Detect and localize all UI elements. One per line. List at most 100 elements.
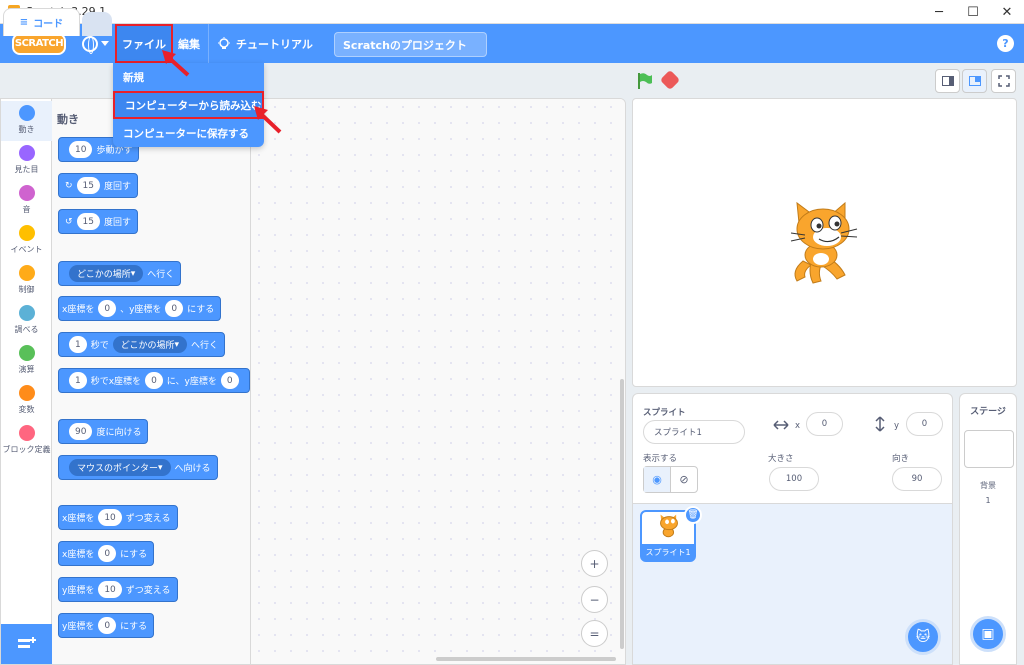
category-my-blocks[interactable]: ブロック定義 — [1, 421, 52, 469]
small-stage-button[interactable] — [935, 69, 960, 93]
menu-item-load-from-computer[interactable]: コンピューターから読み込む — [113, 91, 264, 119]
language-menu[interactable] — [82, 35, 110, 54]
y-position-input[interactable]: 0 — [906, 412, 943, 436]
direction-input[interactable]: 90 — [892, 467, 942, 491]
block-glide-xy[interactable]: 1 秒でx座標を 0 に、y座標を 0 — [58, 368, 250, 393]
category-events[interactable]: イベント — [1, 221, 52, 261]
add-extension-button[interactable] — [1, 624, 52, 664]
zoom-reset-button[interactable]: = — [581, 620, 608, 647]
normal-stage-button[interactable] — [962, 69, 987, 93]
block-dropdown[interactable]: どこかの場所 ▾ — [112, 336, 188, 353]
category-dot — [18, 385, 35, 401]
category-sound[interactable]: 音 — [1, 181, 52, 221]
category-motion[interactable]: 動き — [1, 101, 52, 141]
category-variables[interactable]: 変数 — [1, 381, 52, 421]
block-goto-xy[interactable]: x座標を 0 、y座標を 0 にする — [58, 296, 222, 321]
cat-add-icon: 🐱 — [915, 629, 931, 645]
delete-sprite-trash-icon[interactable]: 🗑 — [684, 506, 702, 524]
sprite-label: スプライト — [643, 408, 686, 418]
project-title-input[interactable]: Scratchのプロジェクト — [334, 32, 487, 57]
category-control[interactable]: 制御 — [1, 261, 52, 301]
size-input[interactable]: 100 — [769, 467, 819, 491]
block-input[interactable]: 15 — [76, 177, 100, 194]
green-flag-icon[interactable] — [636, 72, 654, 90]
category-label: 制御 — [18, 285, 35, 294]
block-input[interactable]: 0 — [98, 617, 117, 634]
scratch-cat-sprite[interactable] — [783, 201, 863, 287]
block-input[interactable]: 10 — [98, 581, 122, 598]
canvas-horizontal-scrollbar[interactable] — [436, 657, 616, 661]
zoom-in-icon: + — [589, 556, 600, 571]
help-icon[interactable]: ? — [997, 35, 1014, 52]
block-input[interactable]: 15 — [76, 213, 100, 230]
block-turn-right[interactable]: ↻ 15 度回す — [58, 173, 139, 198]
tutorials-menu[interactable]: チュートリアル — [209, 24, 321, 63]
block-text: 度に向ける — [96, 428, 142, 438]
zoom-out-icon: − — [589, 592, 600, 607]
block-dropdown[interactable]: マウスのポインター ▾ — [69, 459, 171, 476]
zoom-out-button[interactable]: − — [581, 586, 608, 613]
block-text: 度回す — [104, 182, 132, 192]
block-set-x[interactable]: x座標を 0 にする — [58, 541, 155, 566]
block-goto[interactable]: どこかの場所 ▾ へ行く — [58, 261, 182, 286]
block-glide[interactable]: 1 秒で どこかの場所 ▾ へ行く — [58, 332, 226, 357]
category-dot — [18, 225, 35, 241]
block-input[interactable]: 1 — [69, 336, 87, 353]
block-dropdown[interactable]: どこかの場所 ▾ — [69, 265, 144, 282]
extension-icon — [17, 637, 36, 648]
sprite-thumbnail[interactable]: スプライト1 🗑 — [640, 506, 702, 562]
show-sprite-eye-icon[interactable]: ◉ — [644, 467, 671, 492]
category-dot — [18, 145, 35, 161]
block-text: に、y座標を — [166, 377, 217, 387]
tab-code[interactable]: ≡ コード — [3, 8, 80, 36]
block-turn-left[interactable]: ↺ 15 度回す — [58, 209, 139, 234]
block-point-direction[interactable]: 90 度に向ける — [58, 419, 149, 444]
choose-sprite-button[interactable]: 🐱 — [905, 619, 941, 655]
category-menu: 動き 見た目 音 イベント 制御 調べる 演算 変数 ブロック定義 — [1, 99, 52, 664]
stage-canvas[interactable] — [632, 98, 1017, 387]
zoom-in-button[interactable]: + — [581, 550, 608, 577]
sprite-name-input[interactable]: スプライト1 — [643, 420, 745, 444]
fullscreen-button[interactable] — [991, 69, 1016, 93]
maximize-button[interactable]: ☐ — [956, 0, 990, 24]
window-titlebar: Scratch 3.29.1 ─ ☐ ✕ — [0, 0, 1024, 24]
block-input[interactable]: 0 — [145, 372, 163, 389]
block-input[interactable]: 0 — [98, 300, 117, 317]
canvas-vertical-scrollbar[interactable] — [620, 379, 624, 649]
category-dot — [18, 425, 35, 441]
menu-item-save-to-computer[interactable]: コンピューターに保存する — [113, 119, 264, 147]
stage-thumbnail[interactable] — [964, 430, 1014, 468]
code-icon: ≡ — [19, 17, 29, 28]
stop-icon[interactable] — [659, 69, 681, 91]
category-looks[interactable]: 見た目 — [1, 141, 52, 181]
block-point-towards[interactable]: マウスのポインター ▾ へ向ける — [58, 455, 218, 480]
block-set-y[interactable]: y座標を 0 にする — [58, 613, 155, 638]
block-input[interactable]: 10 — [98, 509, 122, 526]
category-sensing[interactable]: 調べる — [1, 301, 52, 341]
category-label: 動き — [18, 125, 35, 134]
x-position-input[interactable]: 0 — [806, 412, 843, 436]
backdrop-add-icon: ▣ — [981, 626, 995, 642]
minimize-button[interactable]: ─ — [922, 0, 956, 24]
script-canvas[interactable] — [251, 99, 625, 664]
category-dot — [18, 305, 35, 321]
block-input[interactable]: 1 — [69, 372, 87, 389]
category-label: 見た目 — [14, 165, 39, 174]
stage-selector[interactable]: ステージ 背景 1 ▣ — [959, 393, 1017, 665]
block-change-y[interactable]: y座標を 10 ずつ変える — [58, 577, 178, 602]
tab-costumes[interactable] — [82, 12, 112, 36]
block-change-x[interactable]: x座標を 10 ずつ変える — [58, 505, 178, 530]
choose-backdrop-button[interactable]: ▣ — [970, 616, 1006, 652]
dropdown-value: どこかの場所 — [120, 341, 175, 351]
block-input[interactable]: 10 — [69, 141, 93, 158]
block-input[interactable]: 0 — [165, 300, 184, 317]
stage-label: ステージ — [970, 407, 1006, 417]
category-operators[interactable]: 演算 — [1, 341, 52, 381]
lightbulb-icon — [218, 36, 230, 49]
block-input[interactable]: 0 — [220, 372, 239, 389]
hide-sprite-eye-icon[interactable]: ⊘ — [671, 467, 697, 492]
block-input[interactable]: 0 — [98, 545, 117, 562]
block-input[interactable]: 90 — [69, 423, 93, 440]
close-button[interactable]: ✕ — [990, 0, 1024, 24]
sprite-thumbnail-name: スプライト1 — [642, 544, 694, 560]
